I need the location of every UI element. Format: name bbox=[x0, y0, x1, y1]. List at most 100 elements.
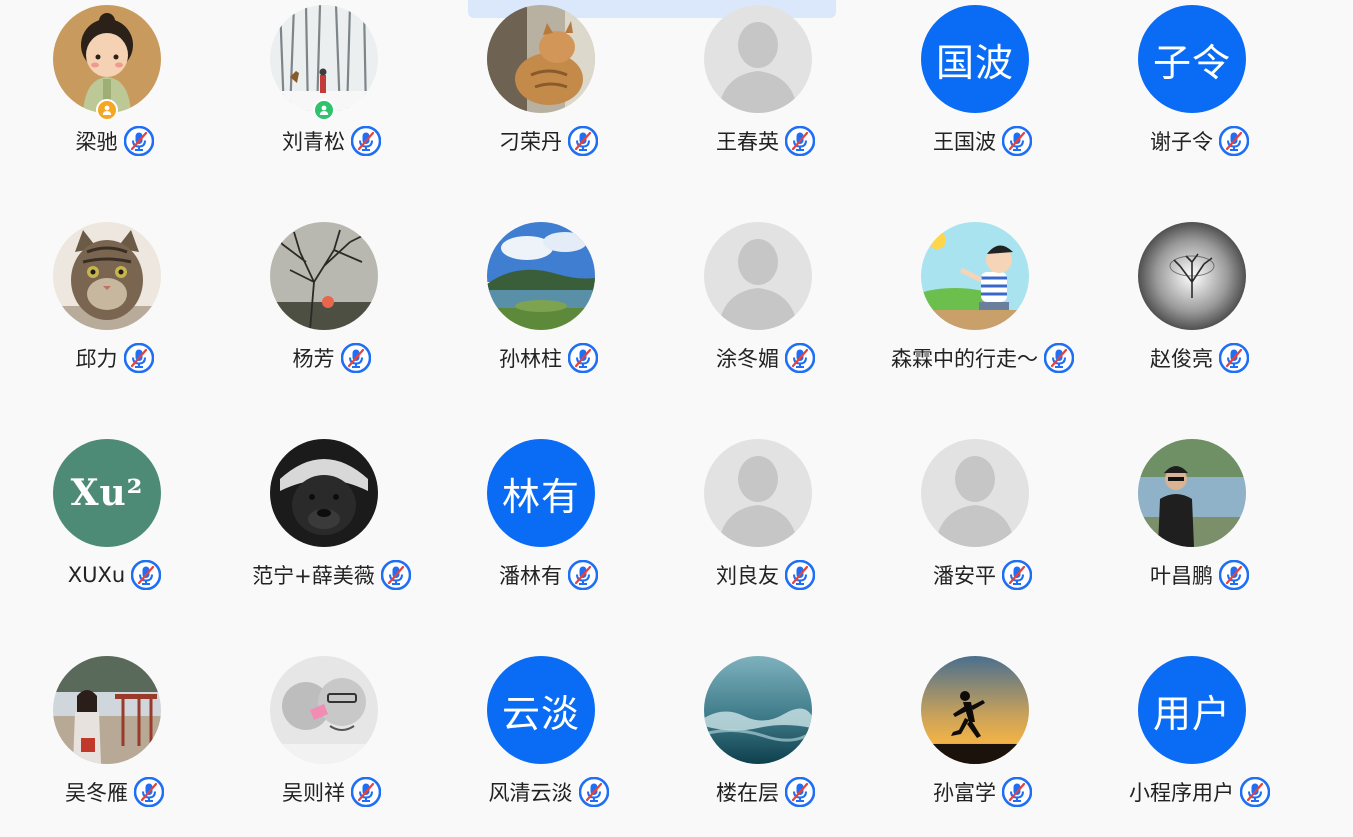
mic-muted-icon[interactable] bbox=[340, 343, 371, 373]
default-user-icon[interactable] bbox=[704, 5, 812, 113]
honey-badger-photo[interactable] bbox=[270, 439, 378, 547]
participant-tile[interactable]: 赵俊亮 bbox=[1085, 217, 1302, 434]
mic-muted-icon[interactable] bbox=[131, 560, 162, 590]
participant-name-row: 刁荣丹 bbox=[434, 124, 651, 158]
avatar-initials[interactable]: 云淡 bbox=[487, 656, 595, 764]
participant-tile[interactable]: Xu² XUXu bbox=[0, 434, 217, 651]
participant-tile[interactable]: 王春英 bbox=[651, 0, 868, 217]
host-badge-icon bbox=[96, 99, 118, 121]
participant-tile[interactable]: 刁荣丹 bbox=[434, 0, 651, 217]
mic-muted-icon[interactable] bbox=[785, 343, 815, 373]
participant-tile[interactable]: 吴则祥 bbox=[217, 651, 434, 837]
participant-name: 风清云淡 bbox=[488, 781, 573, 805]
participant-tile[interactable]: 孙富学 bbox=[868, 651, 1085, 837]
participant-tile[interactable]: 梁驰 bbox=[0, 0, 217, 217]
default-user-icon[interactable] bbox=[921, 439, 1029, 547]
participant-tile[interactable]: 子令 谢子令 bbox=[1085, 0, 1302, 217]
participant-name: 谢子令 bbox=[1150, 130, 1213, 154]
participant-name-row: 叶昌鹏 bbox=[1085, 558, 1302, 592]
mic-muted-icon[interactable] bbox=[134, 777, 164, 807]
sunset-tree-photo[interactable] bbox=[270, 222, 378, 330]
participant-name-row: 王春英 bbox=[651, 124, 868, 158]
mic-muted-icon[interactable] bbox=[380, 560, 411, 590]
participant-tile[interactable]: 范宁+薛美薇 bbox=[217, 434, 434, 651]
participant-name-row: 赵俊亮 bbox=[1085, 341, 1302, 375]
avatar-logo[interactable]: Xu² bbox=[53, 439, 161, 547]
participant-tile[interactable]: 吴冬雁 bbox=[0, 651, 217, 837]
woman-at-temple-photo[interactable] bbox=[53, 656, 161, 764]
sea-wave-photo[interactable] bbox=[704, 656, 812, 764]
participant-tile[interactable]: 叶昌鹏 bbox=[1085, 434, 1302, 651]
mic-muted-icon[interactable] bbox=[785, 126, 815, 156]
runner-sunset-photo[interactable] bbox=[921, 656, 1029, 764]
avatar-initials-text: 云淡 bbox=[501, 691, 580, 736]
default-user-icon[interactable] bbox=[704, 439, 812, 547]
default-user-icon[interactable] bbox=[704, 222, 812, 330]
avatar-initials-text: 子令 bbox=[1152, 40, 1231, 85]
participant-name-row: 孙林柱 bbox=[434, 341, 651, 375]
participant-name-row: 杨芳 bbox=[217, 341, 434, 375]
participant-tile[interactable]: 森霖中的行走～ bbox=[868, 217, 1085, 434]
mic-muted-icon[interactable] bbox=[123, 126, 154, 156]
avatar-initials[interactable]: 国波 bbox=[921, 5, 1029, 113]
mic-muted-icon[interactable] bbox=[568, 560, 598, 590]
cat-window-photo[interactable] bbox=[487, 5, 595, 113]
mic-muted-icon[interactable] bbox=[1002, 126, 1032, 156]
participant-tile[interactable]: 孙林柱 bbox=[434, 217, 651, 434]
mic-muted-icon[interactable] bbox=[1002, 560, 1032, 590]
avatar-initials-text: 国波 bbox=[935, 40, 1014, 85]
participant-name-row: 森霖中的行走～ bbox=[868, 341, 1085, 375]
mic-muted-icon[interactable] bbox=[1002, 777, 1032, 807]
participant-name-row: 范宁+薛美薇 bbox=[217, 558, 434, 592]
participant-name-row: 王国波 bbox=[868, 124, 1085, 158]
participant-name: 杨芳 bbox=[292, 347, 335, 371]
participant-name: 王国波 bbox=[933, 130, 996, 154]
mic-muted-icon[interactable] bbox=[785, 560, 815, 590]
participant-tile[interactable]: 涂冬媚 bbox=[651, 217, 868, 434]
lake-landscape-photo[interactable] bbox=[487, 222, 595, 330]
mic-muted-icon[interactable] bbox=[568, 126, 598, 156]
avatar-initials[interactable]: 子令 bbox=[1138, 5, 1246, 113]
avatar-initials[interactable]: 林有 bbox=[487, 439, 595, 547]
avatar-initials[interactable]: 用户 bbox=[1138, 656, 1246, 764]
mic-muted-icon[interactable] bbox=[351, 777, 381, 807]
mic-muted-icon[interactable] bbox=[123, 343, 154, 373]
mic-muted-icon[interactable] bbox=[785, 777, 815, 807]
participant-tile[interactable]: 国波 王国波 bbox=[868, 0, 1085, 217]
participant-name: 涂冬媚 bbox=[716, 347, 779, 371]
man-by-lake-photo[interactable] bbox=[1138, 439, 1246, 547]
tabby-cat-photo[interactable] bbox=[53, 222, 161, 330]
mic-muted-icon[interactable] bbox=[568, 343, 598, 373]
participant-tile[interactable]: 楼在层 bbox=[651, 651, 868, 837]
mic-muted-icon[interactable] bbox=[1219, 126, 1249, 156]
cartoon-boy-photo[interactable] bbox=[921, 222, 1029, 330]
participant-tile[interactable]: 刘青松 bbox=[217, 0, 434, 217]
mic-muted-icon[interactable] bbox=[351, 126, 381, 156]
participant-name: 叶昌鹏 bbox=[1150, 564, 1213, 588]
participant-tile[interactable]: 邱力 bbox=[0, 217, 217, 434]
mic-muted-icon[interactable] bbox=[1044, 343, 1074, 373]
participant-name-row: 刘青松 bbox=[217, 124, 434, 158]
participant-name: 赵俊亮 bbox=[1150, 347, 1213, 371]
participant-tile[interactable]: 云淡风清云淡 bbox=[434, 651, 651, 837]
participant-name: 楼在层 bbox=[716, 781, 779, 805]
mic-muted-icon[interactable] bbox=[578, 777, 609, 807]
participant-tile[interactable]: 杨芳 bbox=[217, 217, 434, 434]
couple-photo[interactable] bbox=[270, 656, 378, 764]
participant-name-row: 风清云淡 bbox=[434, 775, 651, 809]
participant-name-row: 潘安平 bbox=[868, 558, 1085, 592]
participant-tile[interactable]: 用户 小程序用户 bbox=[1085, 651, 1302, 837]
snowy-forest-photo[interactable] bbox=[270, 5, 378, 113]
participant-name: 刘良友 bbox=[716, 564, 779, 588]
mic-muted-icon[interactable] bbox=[1219, 560, 1249, 590]
participant-tile[interactable]: 林有 潘林有 bbox=[434, 434, 651, 651]
cartoon-girl-photo[interactable] bbox=[53, 5, 161, 113]
mic-muted-icon[interactable] bbox=[1240, 777, 1270, 807]
participant-name: 孙富学 bbox=[933, 781, 996, 805]
lone-tree-photo[interactable] bbox=[1138, 222, 1246, 330]
participant-name: 潘安平 bbox=[933, 564, 996, 588]
participant-tile[interactable]: 刘良友 bbox=[651, 434, 868, 651]
participant-tile[interactable]: 潘安平 bbox=[868, 434, 1085, 651]
participant-name-row: 涂冬媚 bbox=[651, 341, 868, 375]
mic-muted-icon[interactable] bbox=[1219, 343, 1249, 373]
